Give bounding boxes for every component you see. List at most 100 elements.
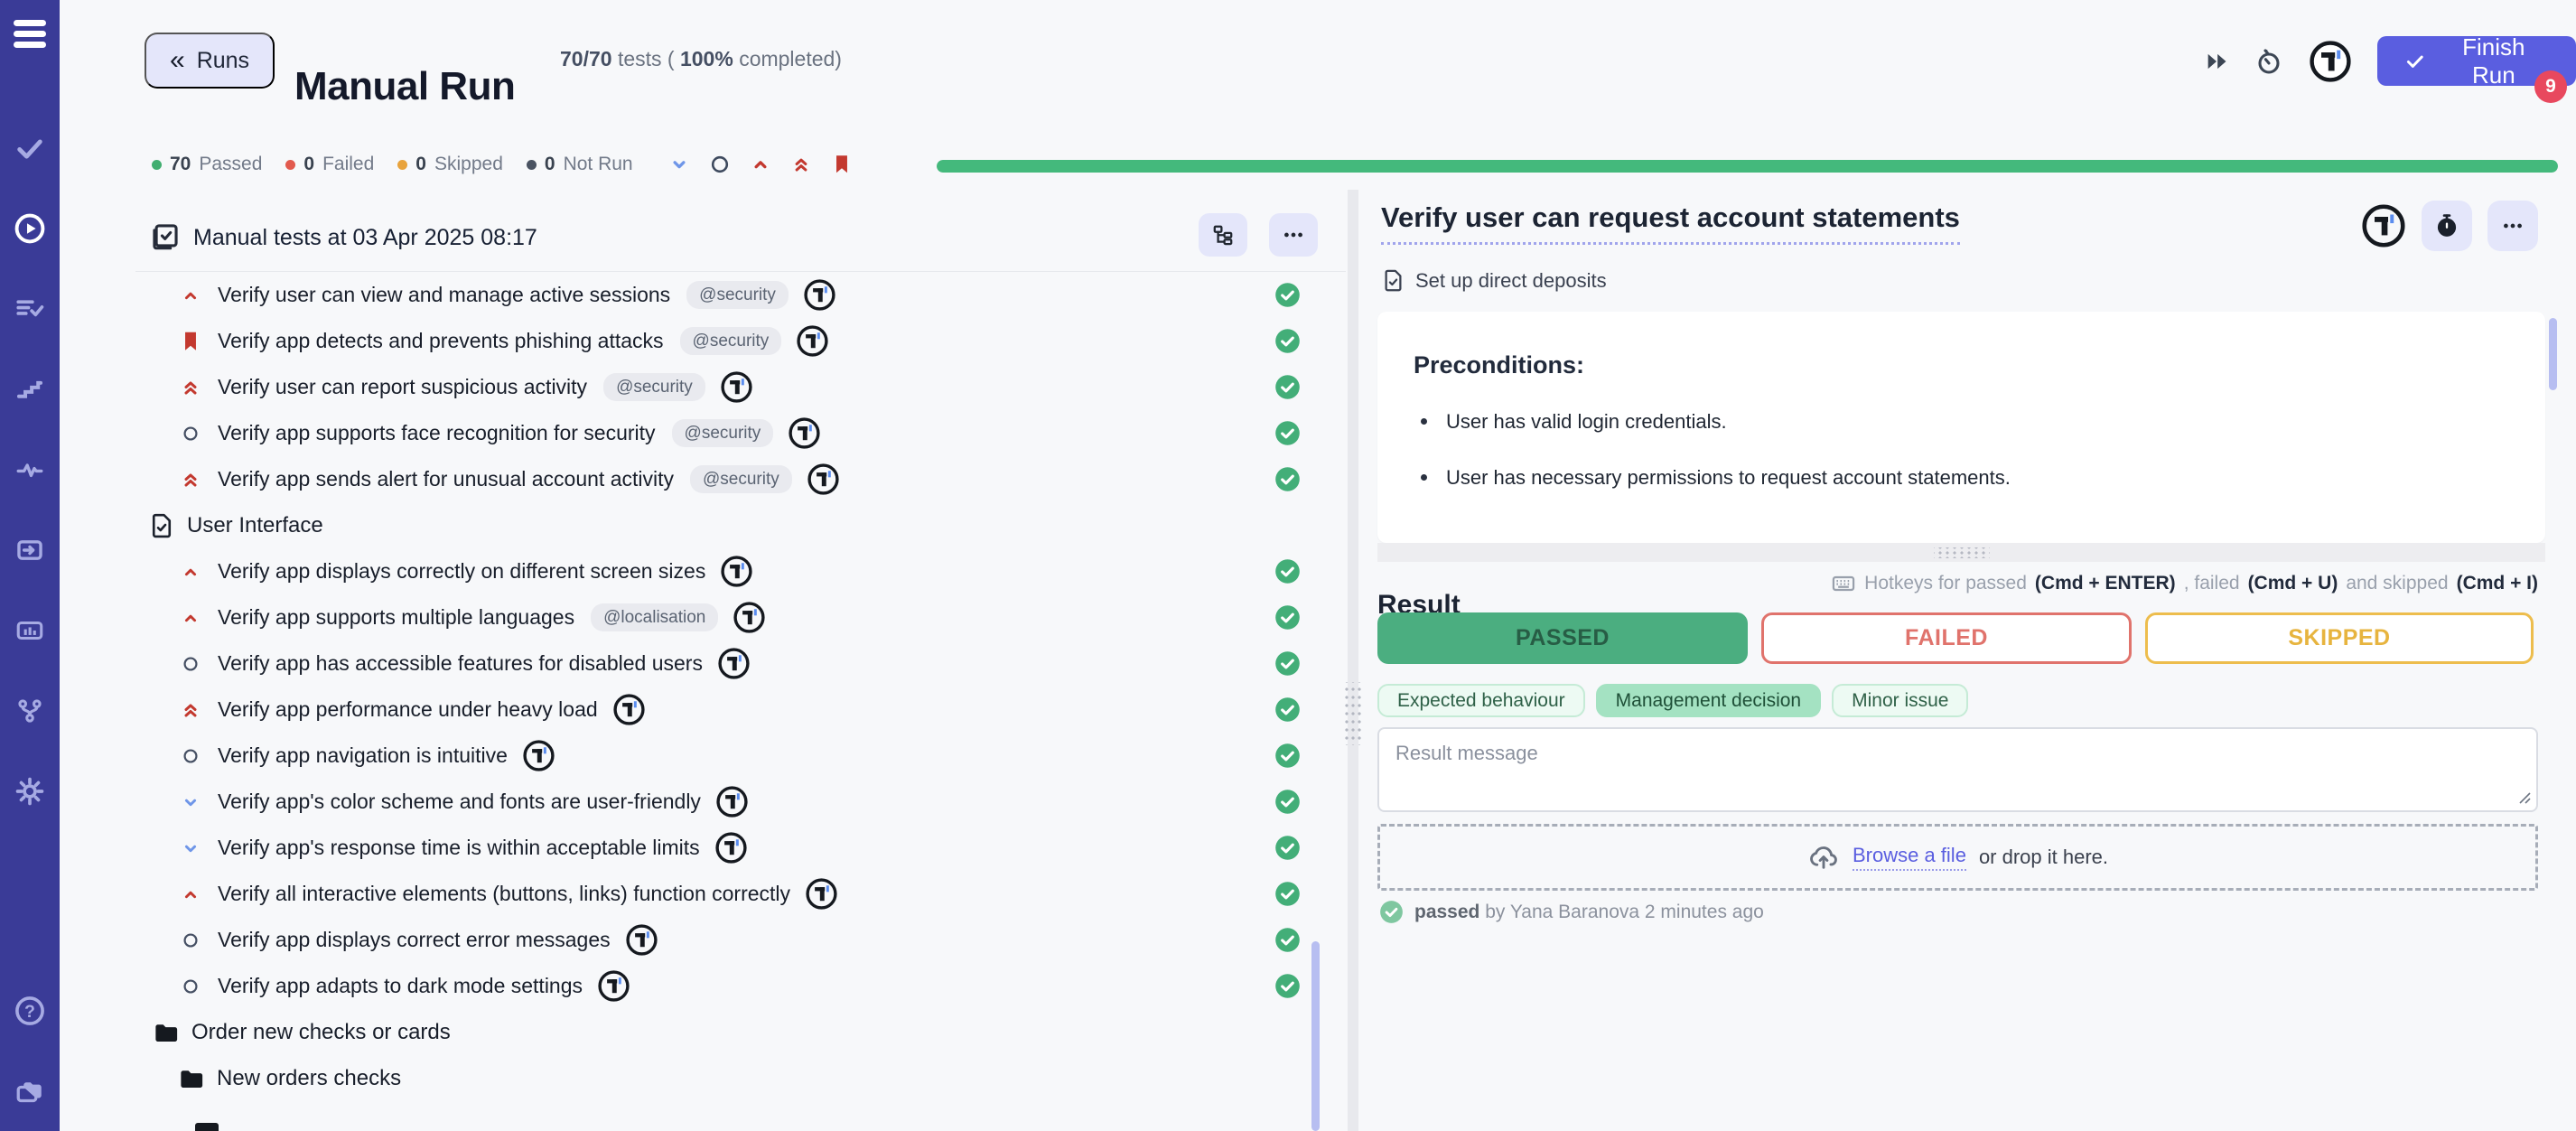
reason-chip[interactable]: Minor issue — [1832, 684, 1968, 717]
reason-chip[interactable]: Expected behaviour — [1377, 684, 1585, 717]
list-check-icon[interactable] — [14, 293, 46, 325]
test-detail-title[interactable]: Verify user can request account statemen… — [1381, 201, 1960, 245]
test-row[interactable]: Verify all interactive elements (buttons… — [135, 871, 1346, 917]
gear-icon[interactable] — [14, 775, 46, 808]
testops-logo-icon — [720, 370, 753, 404]
testops-logo-icon[interactable] — [2309, 40, 2352, 83]
test-row[interactable]: Verify app's response time is within acc… — [135, 825, 1346, 871]
test-row[interactable]: Verify app supports face recognition for… — [135, 410, 1346, 456]
fast-forward-icon[interactable] — [2204, 49, 2229, 74]
test-row[interactable]: Verify app has accessible features for d… — [135, 640, 1346, 687]
tag-badge[interactable]: @localisation — [591, 603, 718, 631]
tests-mid-text: tests ( — [618, 47, 675, 70]
test-row[interactable]: Verify app detects and prevents phishing… — [135, 318, 1346, 364]
testops-logo-icon — [597, 969, 630, 1003]
test-row[interactable]: Verify app performance under heavy load — [135, 687, 1346, 733]
test-title: Verify app displays correct error messag… — [218, 928, 611, 952]
notrun-dot-icon — [527, 160, 537, 170]
tag-badge[interactable]: @security — [680, 327, 782, 355]
play-circle-icon[interactable] — [14, 212, 46, 245]
priority-highest-filter-icon[interactable] — [789, 152, 814, 177]
priority-low-filter-icon[interactable] — [667, 152, 692, 177]
login-box-icon[interactable] — [14, 534, 46, 566]
testops-logo-icon — [714, 831, 748, 865]
passed-check-icon — [1379, 900, 1404, 924]
detail-actions — [2339, 201, 2538, 251]
stopwatch-icon[interactable] — [2254, 47, 2283, 76]
tag-badge[interactable]: @security — [686, 281, 789, 309]
result-status-button[interactable]: PASSED — [1377, 612, 1748, 664]
test-title: Verify app navigation is intuitive — [218, 743, 508, 768]
test-row[interactable]: Verify app sends alert for unusual accou… — [135, 456, 1346, 502]
test-title: Verify app displays correctly on differe… — [218, 559, 705, 584]
suite-row[interactable]: User Interface — [135, 502, 1346, 548]
skipped-dot-icon — [397, 160, 407, 170]
testops-logo-icon[interactable] — [2361, 203, 2406, 248]
priority-icon — [177, 424, 204, 444]
ellipsis-icon — [2501, 214, 2525, 238]
help-icon[interactable]: ? — [14, 995, 46, 1027]
tag-badge[interactable]: @security — [690, 465, 792, 493]
priority-high-filter-icon[interactable] — [748, 152, 773, 177]
detail-suite-breadcrumb[interactable]: Set up direct deposits — [1381, 268, 1607, 293]
branch-icon[interactable] — [14, 695, 46, 727]
test-row[interactable]: Verify app displays correctly on differe… — [135, 548, 1346, 594]
failed-dot-icon — [285, 160, 295, 170]
result-message-input[interactable] — [1377, 727, 2538, 812]
folder-icon — [152, 1019, 179, 1046]
priority-icon — [177, 608, 204, 628]
bar-chart-icon[interactable] — [14, 614, 46, 647]
panel-resize-handle[interactable] — [1343, 682, 1363, 745]
sidebar: ? — [0, 0, 60, 1131]
passed-check-icon — [1274, 604, 1301, 631]
test-row[interactable]: Verify app displays correct error messag… — [135, 917, 1346, 963]
priority-icon — [177, 330, 204, 353]
folder-row[interactable]: New orders checks — [135, 1055, 1346, 1101]
tag-badge[interactable]: @security — [603, 373, 705, 401]
check-icon[interactable] — [14, 132, 46, 164]
test-row[interactable]: Verify app navigation is intuitive — [135, 733, 1346, 779]
activity-pulse-icon[interactable] — [14, 453, 46, 486]
result-status-button[interactable]: SKIPPED — [2145, 612, 2534, 664]
back-to-runs-button[interactable]: « Runs — [145, 33, 275, 89]
projects-folders-icon[interactable] — [14, 1075, 46, 1108]
check-icon — [2404, 51, 2426, 72]
folder-title: Order new checks or cards — [191, 1020, 451, 1045]
testops-logo-icon — [796, 324, 829, 358]
panel-divider — [1348, 190, 1358, 1131]
reason-chip[interactable]: Management decision — [1596, 684, 1821, 717]
stat-passed: 70Passed — [152, 154, 262, 175]
test-row[interactable]: Verify app adapts to dark mode settings — [135, 963, 1346, 1009]
file-dropzone[interactable]: Browse a file or drop it here. — [1377, 824, 2538, 891]
stopwatch-icon — [2434, 213, 2459, 238]
testops-logo-icon — [803, 278, 836, 312]
test-row[interactable]: Verify app supports multiple languages @… — [135, 594, 1346, 640]
hotkeys-hint: Hotkeys for passed(Cmd + ENTER) , failed… — [1716, 571, 2538, 596]
test-list-scrollbar[interactable] — [1311, 941, 1320, 1131]
preconditions-scrollbar[interactable] — [2549, 318, 2557, 390]
milestones-steps-icon[interactable] — [14, 373, 46, 406]
dropzone-hint: or drop it here. — [1979, 846, 2108, 869]
preconditions-card: Preconditions: User has valid login cred… — [1377, 312, 2545, 543]
test-title: Verify app's color scheme and fonts are … — [218, 790, 701, 814]
tag-badge[interactable]: @security — [672, 419, 774, 447]
group-by-suite-button[interactable] — [1199, 213, 1247, 257]
priority-normal-filter-icon[interactable] — [707, 152, 733, 177]
time-tracking-button[interactable] — [2422, 201, 2472, 251]
precondition-item: User has valid login credentials. — [1414, 410, 2509, 434]
test-row[interactable]: Verify user can view and manage active s… — [135, 272, 1346, 318]
notification-badge[interactable]: 9 — [2534, 70, 2567, 103]
run-progress-bar — [937, 160, 2558, 173]
test-title: Verify app detects and prevents phishing… — [218, 329, 664, 353]
detail-resize-strip[interactable] — [1377, 543, 2545, 562]
bookmark-filter-icon[interactable] — [829, 152, 854, 177]
test-row[interactable]: Verify app's color scheme and fonts are … — [135, 779, 1346, 825]
result-status-button[interactable]: FAILED — [1761, 612, 2132, 664]
browse-file-link[interactable]: Browse a file — [1853, 844, 1966, 871]
detail-more-button[interactable] — [2487, 201, 2538, 251]
test-row[interactable]: Verify user can report suspicious activi… — [135, 364, 1346, 410]
folder-row[interactable]: Order new checks or cards — [135, 1009, 1346, 1055]
testops-logo-icon — [805, 877, 838, 911]
list-more-button[interactable] — [1269, 213, 1318, 257]
menu-icon[interactable] — [14, 20, 46, 51]
